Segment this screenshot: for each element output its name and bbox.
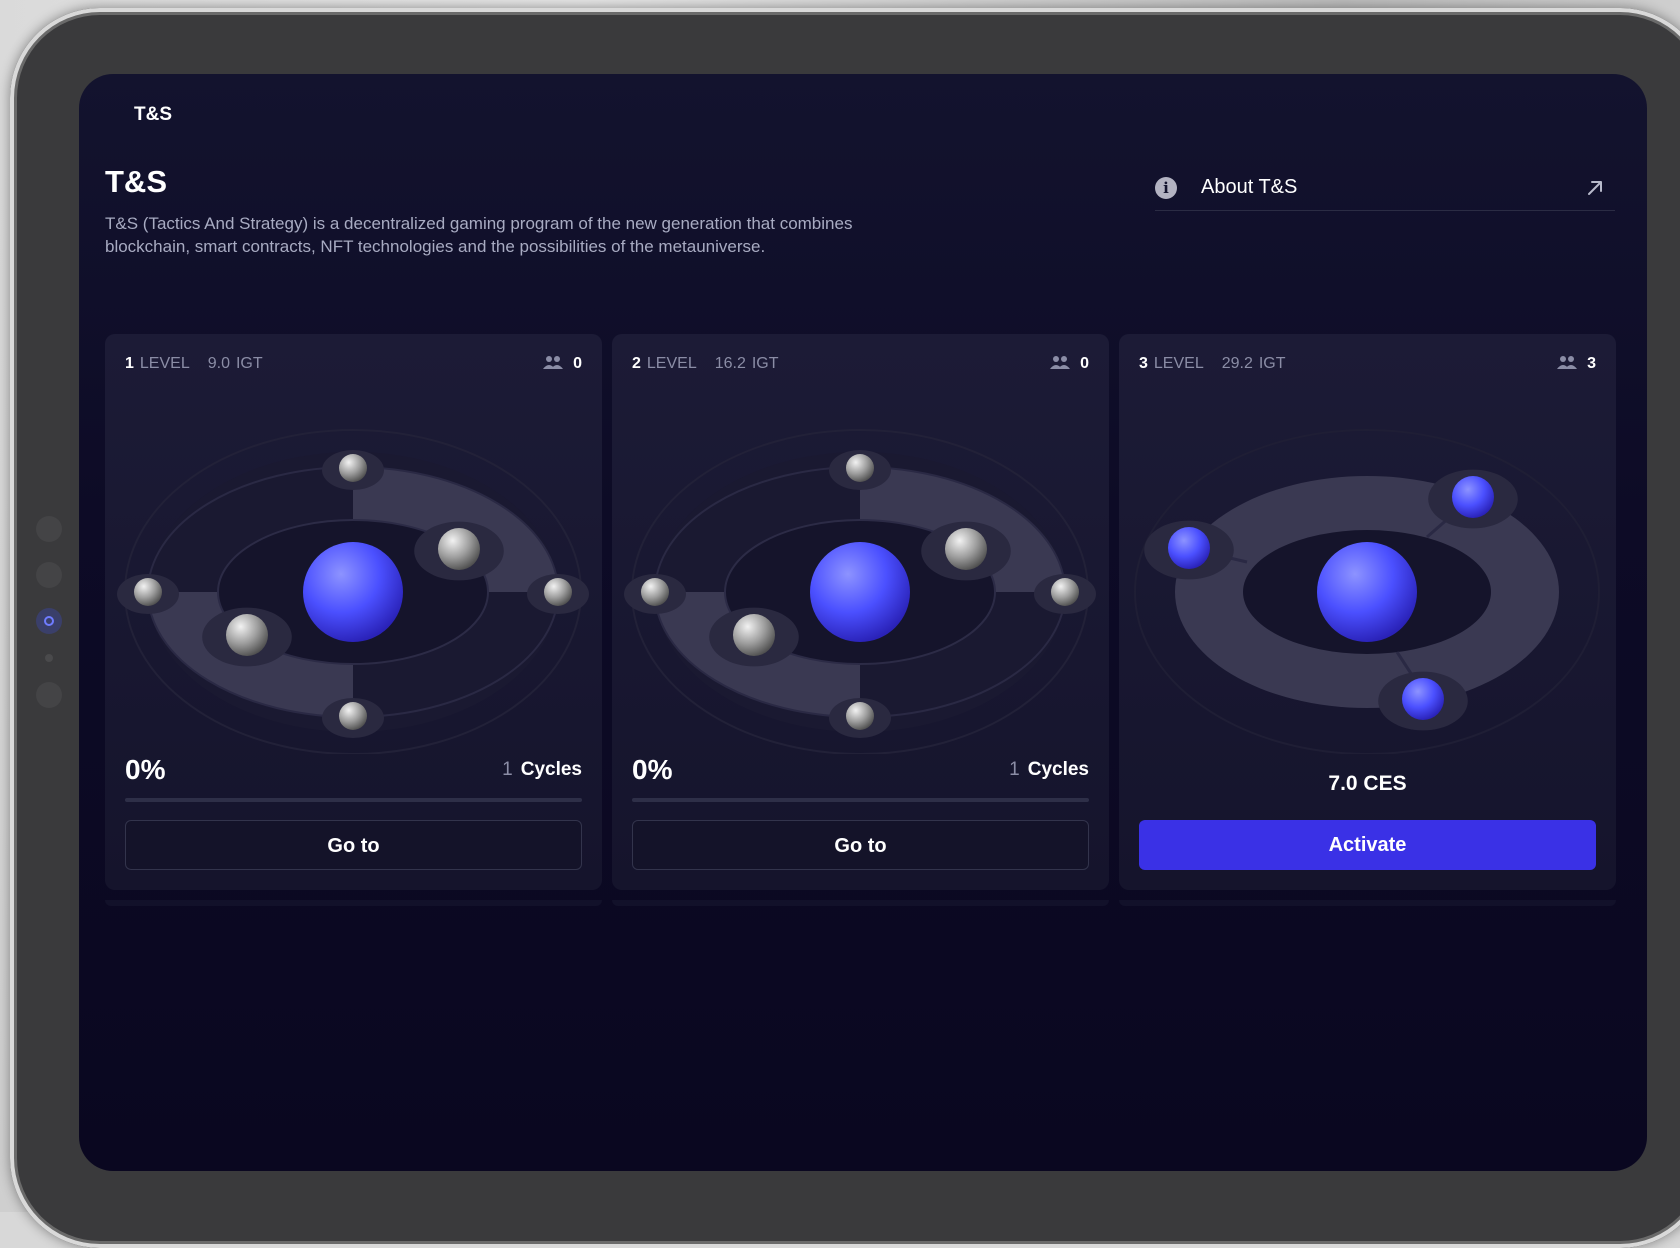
- tablet-frame: T&S T&S T&S (Tactics And Strategy) is a …: [10, 8, 1680, 1248]
- level-diagram: [1119, 394, 1616, 755]
- card-header: 3 LEVEL 29.2 IGT 3: [1139, 355, 1596, 377]
- side-dot[interactable]: [36, 682, 62, 708]
- partners-value: 0: [573, 355, 582, 372]
- level-currency: IGT: [1258, 355, 1286, 372]
- side-pagination: [36, 516, 62, 728]
- level-word: LEVEL: [646, 355, 697, 372]
- cycles-count: 1: [502, 759, 513, 780]
- center-sphere: [303, 542, 403, 642]
- inner-slot-ball: [438, 528, 480, 570]
- level-card: 1 LEVEL 9.0 IGT 0 0% 1 Cycles Go to: [105, 334, 602, 890]
- card-header: 1 LEVEL 9.0 IGT 0: [125, 355, 582, 377]
- level-diagram: [105, 394, 602, 755]
- level-price: 16.2: [714, 355, 746, 372]
- info-icon: i: [1155, 177, 1177, 199]
- outer-slot-ball: [641, 578, 669, 606]
- level-card: 3 LEVEL 29.2 IGT 3 7.0 CES Activate: [1119, 334, 1616, 890]
- card-header: 2 LEVEL 16.2 IGT 0: [632, 355, 1089, 377]
- tab-ts[interactable]: T&S: [134, 104, 172, 126]
- level-price: 29.2: [1221, 355, 1253, 372]
- cycles-label: Cycles: [520, 759, 582, 780]
- partners-count: 0: [543, 355, 582, 373]
- goto-button[interactable]: Go to: [632, 820, 1089, 870]
- side-dot-small[interactable]: [45, 654, 53, 662]
- level-price: 9.0: [207, 355, 230, 372]
- outer-slot-ball: [339, 702, 367, 730]
- partners-value: 0: [1080, 355, 1089, 372]
- cycles-label: Cycles: [1027, 759, 1089, 780]
- center-sphere: [1317, 542, 1417, 642]
- level-currency: IGT: [235, 355, 263, 372]
- progress-percent: 0%: [632, 754, 673, 785]
- partners-count: 3: [1557, 355, 1596, 373]
- card-stack-edge: [105, 900, 602, 906]
- level-word: LEVEL: [1153, 355, 1204, 372]
- cycles-count: 1: [1009, 759, 1020, 780]
- outer-slot-ball: [134, 578, 162, 606]
- inner-slot-ball: [226, 614, 268, 656]
- progress-percent: 0%: [125, 754, 166, 785]
- card-stack-edge: [612, 900, 1109, 906]
- outer-slot-ball: [846, 702, 874, 730]
- progress-bar: [125, 798, 582, 802]
- side-dot-active[interactable]: [36, 608, 62, 634]
- level-word: LEVEL: [139, 355, 190, 372]
- level-currency: IGT: [751, 355, 779, 372]
- activate-button[interactable]: Activate: [1139, 820, 1596, 870]
- level-number: 1: [125, 355, 134, 372]
- outer-slot-ball: [1051, 578, 1079, 606]
- center-sphere: [810, 542, 910, 642]
- partner-ball: [1402, 678, 1444, 720]
- inner-slot-ball: [945, 528, 987, 570]
- side-dot[interactable]: [36, 562, 62, 588]
- page-description: T&S (Tactics And Strategy) is a decentra…: [105, 214, 853, 256]
- users-icon: [1557, 356, 1578, 369]
- goto-button[interactable]: Go to: [125, 820, 582, 870]
- partner-ball: [1168, 527, 1210, 569]
- inner-slot-ball: [733, 614, 775, 656]
- side-dot[interactable]: [36, 516, 62, 542]
- level-number: 2: [632, 355, 641, 372]
- partners-count: 0: [1050, 355, 1089, 373]
- about-link[interactable]: i About T&S: [1155, 166, 1615, 211]
- card-stack-edge: [1119, 900, 1616, 906]
- external-arrow-icon: [1588, 181, 1602, 195]
- progress-bar: [632, 798, 1089, 802]
- app-screen: T&S T&S T&S (Tactics And Strategy) is a …: [79, 74, 1647, 1171]
- cycles: 1 Cycles: [502, 759, 582, 781]
- cycles: 1 Cycles: [1009, 759, 1089, 781]
- outer-slot-ball: [846, 454, 874, 482]
- about-label: About T&S: [1201, 176, 1298, 198]
- partner-ball: [1452, 476, 1494, 518]
- activation-price: 7.0 CES: [1328, 772, 1407, 795]
- page-title: T&S: [105, 164, 167, 199]
- outer-slot-ball: [339, 454, 367, 482]
- outer-slot-ball: [544, 578, 572, 606]
- partners-value: 3: [1587, 355, 1596, 372]
- level-diagram: [612, 394, 1109, 755]
- users-icon: [543, 356, 564, 369]
- level-card: 2 LEVEL 16.2 IGT 0 0% 1 Cycles Go to: [612, 334, 1109, 890]
- level-number: 3: [1139, 355, 1148, 372]
- users-icon: [1050, 356, 1071, 369]
